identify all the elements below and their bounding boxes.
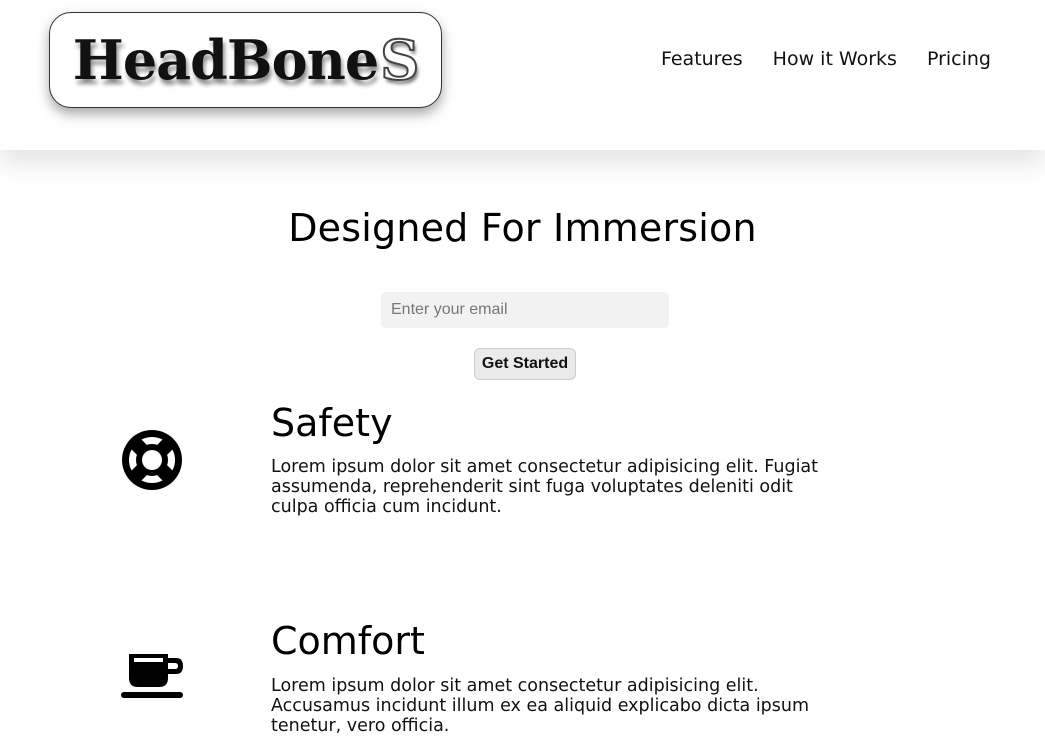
nav-link-features[interactable]: Features <box>661 48 743 70</box>
get-started-button[interactable]: Get Started <box>474 348 576 380</box>
hero-title: Designed For Immersion <box>288 206 757 250</box>
feature-title: Comfort <box>271 619 425 663</box>
feature-description: Lorem ipsum dolor sit amet consectetur a… <box>271 457 819 517</box>
site-header: HeadBone S Features How it Works Pricing <box>0 0 1045 150</box>
logo-wordmark: HeadBone S <box>72 27 420 93</box>
logo-ear-letter: S <box>379 27 420 93</box>
logo-text: HeadBone <box>72 28 379 92</box>
nav-link-how-it-works[interactable]: How it Works <box>773 48 897 70</box>
feature-description: Lorem ipsum dolor sit amet consectetur a… <box>271 676 810 736</box>
main-nav: Features How it Works Pricing <box>661 48 991 70</box>
main-content: Designed For Immersion Get Started <box>0 150 1045 736</box>
logo[interactable]: HeadBone S <box>49 12 442 108</box>
coffee-cup-icon <box>120 644 184 708</box>
feature-title: Safety <box>271 401 393 445</box>
email-input[interactable] <box>381 292 669 328</box>
nav-link-pricing[interactable]: Pricing <box>927 48 991 70</box>
life-ring-icon <box>120 428 184 492</box>
